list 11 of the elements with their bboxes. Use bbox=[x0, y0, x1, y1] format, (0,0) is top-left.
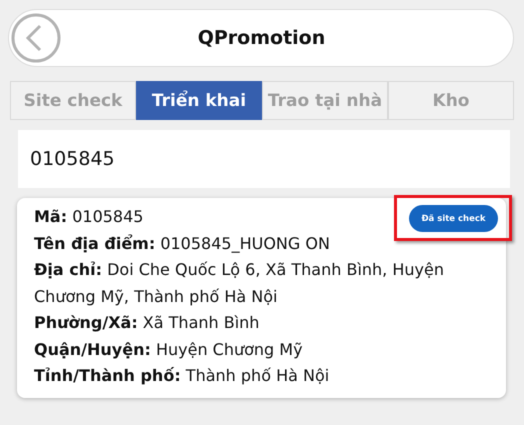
site-detail: Địa chỉ: Doi Che Quốc Lộ 6, Xã Thanh Bình, Huyện Chương Mỹ, Thành phố Hà Nội bbox=[34, 259, 445, 308]
site-detail: Quận/Huyện: Huyện Chương Mỹ bbox=[34, 338, 303, 360]
site-detail: Tỉnh/Thành phố: Thành phố Hà Nội bbox=[34, 365, 330, 387]
search-field[interactable]: 0105845 bbox=[18, 130, 510, 188]
site-detail: Tên địa điểm: 0105845_HUONG ON bbox=[34, 232, 330, 255]
back-button[interactable] bbox=[10, 12, 62, 64]
site-detail: Phường/Xã: Xã Thanh Bình bbox=[34, 312, 260, 334]
status-button[interactable]: Đã site check bbox=[409, 205, 498, 232]
app-title: QPromotion bbox=[196, 27, 326, 49]
site-detail: Mã: 0105845 bbox=[34, 206, 144, 228]
tab[interactable]: Triển khai bbox=[136, 81, 262, 120]
